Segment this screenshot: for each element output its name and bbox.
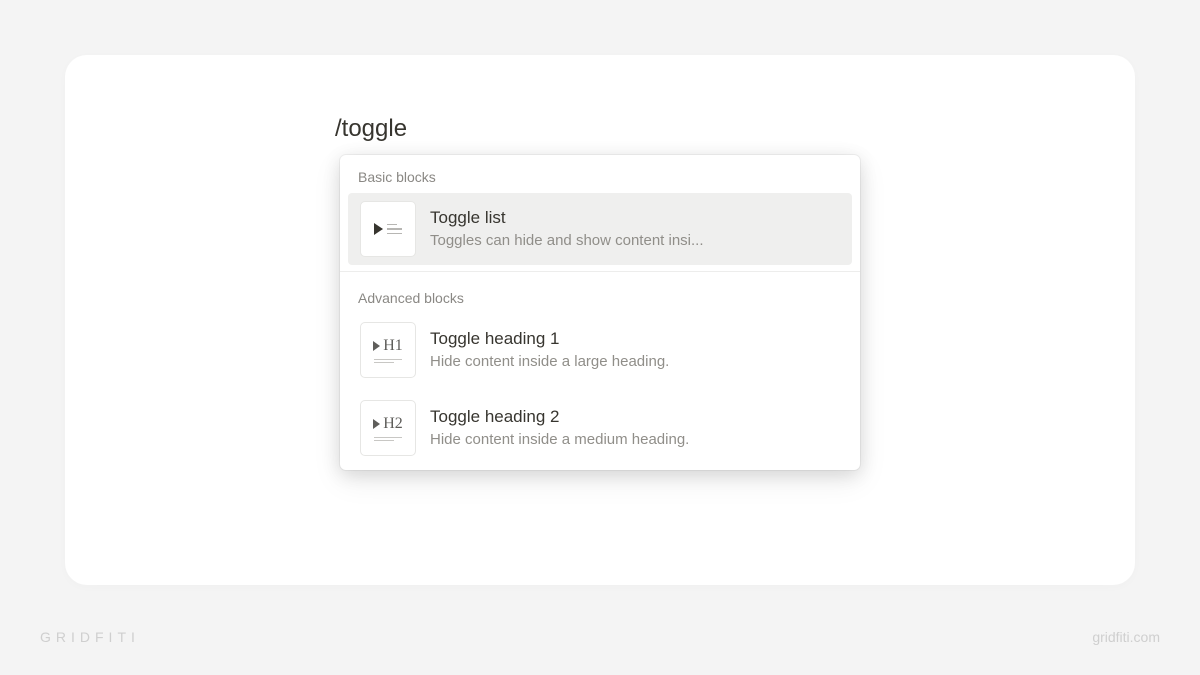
slash-command-input[interactable]: /toggle: [335, 115, 407, 143]
toggle-h1-icon: H1: [360, 322, 416, 378]
block-menu: Basic blocks Toggle list Toggles can hid…: [340, 155, 860, 470]
section-label-advanced: Advanced blocks: [340, 276, 860, 314]
menu-item-description: Hide content inside a medium heading.: [430, 430, 840, 450]
menu-item-toggle-heading-1[interactable]: H1 Toggle heading 1 Hide content inside …: [348, 314, 852, 386]
menu-divider: [340, 271, 860, 272]
brand-url: gridfiti.com: [1092, 629, 1160, 645]
menu-item-description: Toggles can hide and show content insi..…: [430, 231, 840, 251]
menu-item-title: Toggle heading 1: [430, 328, 840, 350]
menu-item-toggle-list[interactable]: Toggle list Toggles can hide and show co…: [348, 193, 852, 265]
menu-item-title: Toggle heading 2: [430, 406, 840, 428]
menu-item-toggle-heading-2[interactable]: H2 Toggle heading 2 Hide content inside …: [348, 392, 852, 464]
brand-watermark: GRIDFITI: [40, 629, 140, 645]
section-label-basic: Basic blocks: [340, 155, 860, 193]
toggle-list-icon: [360, 201, 416, 257]
menu-item-description: Hide content inside a large heading.: [430, 352, 840, 372]
toggle-h2-icon: H2: [360, 400, 416, 456]
menu-item-title: Toggle list: [430, 207, 840, 229]
